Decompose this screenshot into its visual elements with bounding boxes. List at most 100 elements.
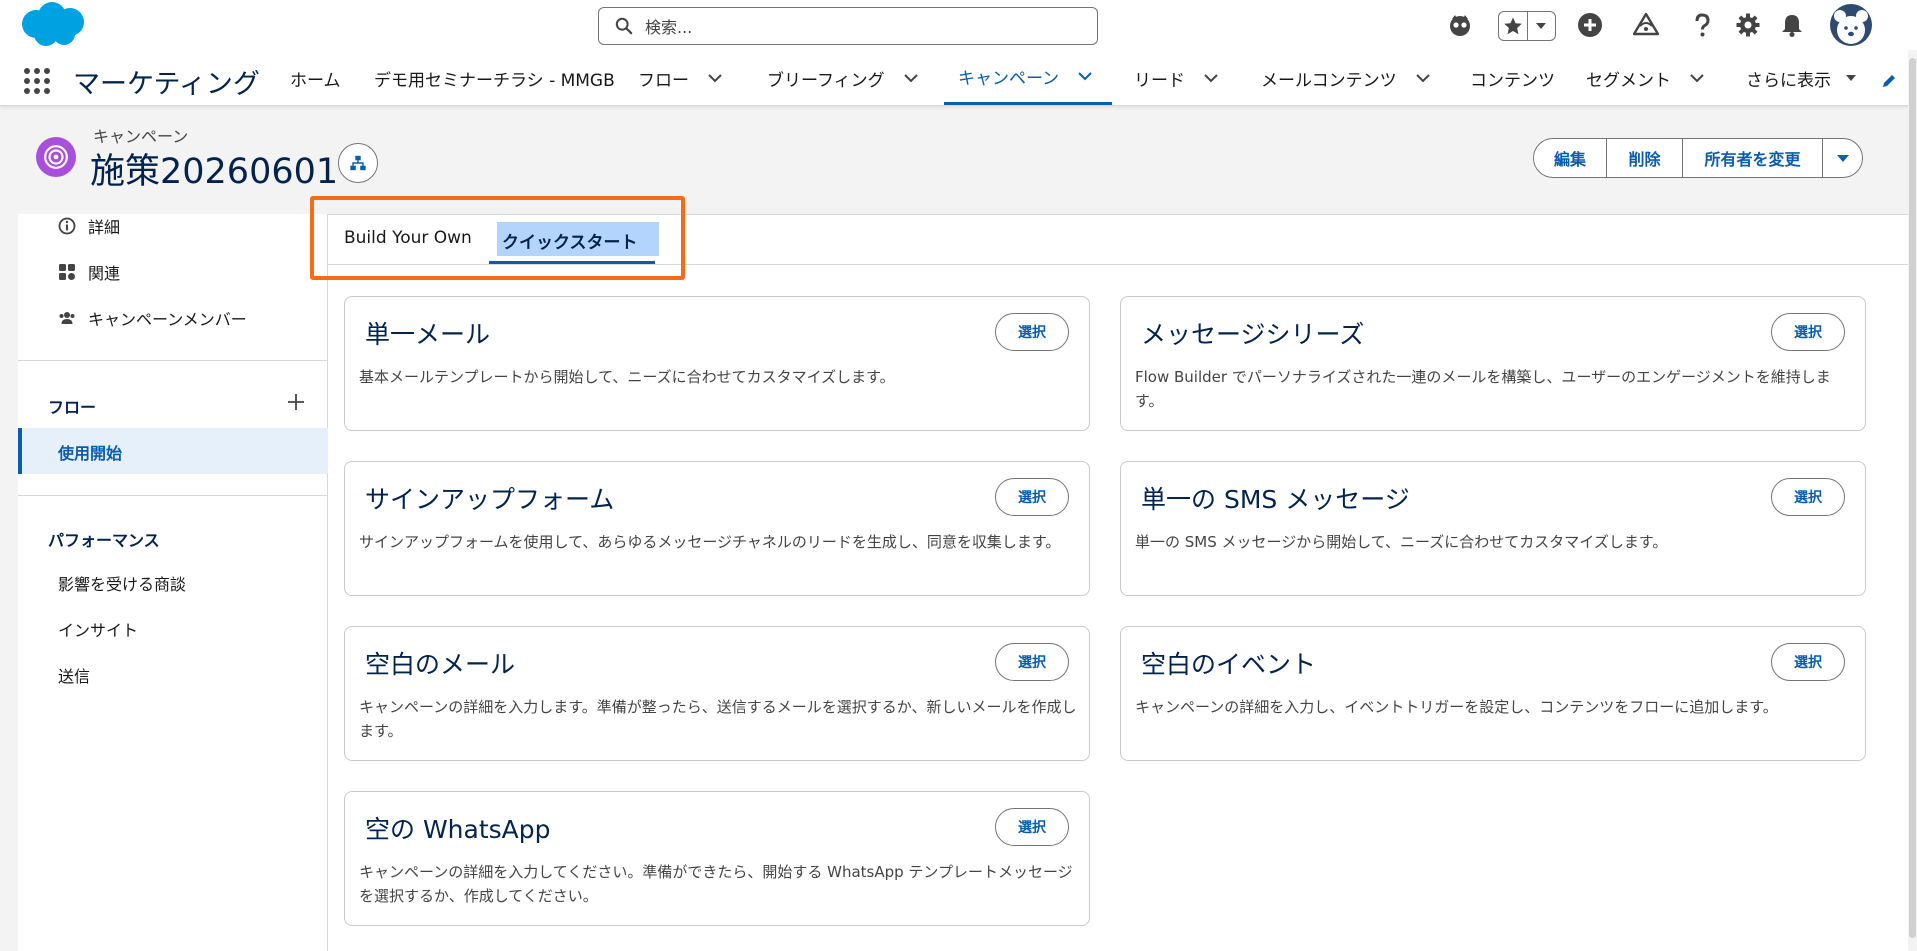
chevron-down-icon[interactable] <box>903 70 919 86</box>
select-button[interactable]: 選択 <box>1771 643 1845 681</box>
nav-item-label: キャンペーン <box>958 68 1060 89</box>
change-owner-button[interactable]: 所有者を変更 <box>1682 139 1822 177</box>
app-launcher-icon[interactable] <box>24 68 50 94</box>
nav-item-label: リード <box>1134 70 1185 91</box>
card-title: 空の WhatsApp <box>365 815 551 844</box>
record-title: 施策20260601 <box>90 152 339 192</box>
sidebar-performance-heading: パフォーマンス <box>48 531 160 550</box>
card-title: 単一の SMS メッセージ <box>1141 485 1410 514</box>
nav-item-campaign[interactable]: キャンペーン <box>944 50 1112 105</box>
favorites-dropdown-icon[interactable] <box>1526 12 1555 40</box>
chevron-down-icon[interactable] <box>1415 70 1431 86</box>
sidebar-item-insights[interactable]: インサイト <box>58 617 138 641</box>
template-card-blank-event: 空白のイベント キャンペーンの詳細を入力し、イベントトリガーを設定し、コンテンツ… <box>1120 626 1866 761</box>
nav-item-label: セグメント <box>1586 70 1671 91</box>
salesforce-logo-icon[interactable] <box>16 0 90 50</box>
sidebar-item-related[interactable]: 関連 <box>58 260 120 284</box>
favorites-control[interactable] <box>1498 11 1556 41</box>
card-description: Flow Builder でパーソナライズされた一連のメールを構築し、ユーザーの… <box>1135 368 1831 410</box>
members-group-icon <box>59 312 75 324</box>
campaign-record-icon <box>36 137 76 177</box>
global-search-input[interactable]: 検索... <box>598 7 1098 45</box>
card-title: メッセージシリーズ <box>1141 320 1365 349</box>
nav-item-content[interactable]: コンテンツ <box>1470 50 1555 106</box>
trailhead-guidance-icon[interactable] <box>1630 9 1662 41</box>
sidebar-item-label: 詳細 <box>88 218 121 237</box>
nav-item-label: メールコンテンツ <box>1261 70 1397 91</box>
record-sidebar: 詳細 関連 キャンペーンメンバー フロー 使用開始 パフォーマンス 影響を受ける… <box>18 214 328 951</box>
annotation-highlight-box <box>310 196 685 280</box>
chevron-down-icon[interactable] <box>707 70 723 86</box>
scrollbar-thumb[interactable] <box>1909 58 1916 938</box>
card-title: 空白のイベント <box>1141 650 1317 679</box>
card-title: サインアップフォーム <box>365 485 615 514</box>
sidebar-flow-heading: フロー <box>48 398 97 417</box>
nav-item-home[interactable]: ホーム <box>290 50 341 106</box>
template-card-single-email: 単一メール 基本メールテンプレートから開始して、ニーズに合わせてカスタマイズしま… <box>344 296 1090 431</box>
chevron-down-icon[interactable] <box>1689 70 1705 86</box>
nav-item-flow[interactable]: フロー <box>638 50 723 106</box>
info-icon <box>58 217 76 235</box>
caret-down-icon[interactable] <box>1843 70 1859 86</box>
record-action-buttons: 編集 削除 所有者を変更 <box>1533 138 1863 178</box>
select-button[interactable]: 選択 <box>1771 313 1845 351</box>
app-navigation-bar: マーケティング ホーム デモ用セミナーチラシ - MMGB フロー ブリーフィン… <box>0 50 1917 106</box>
nav-item-email-content[interactable]: メールコンテンツ <box>1261 50 1431 106</box>
einstein-icon[interactable] <box>1444 9 1476 41</box>
card-title: 空白のメール <box>365 650 516 679</box>
card-title: 単一メール <box>365 320 491 349</box>
sidebar-item-sends[interactable]: 送信 <box>58 663 90 687</box>
sidebar-item-influenced-opportunities[interactable]: 影響を受ける商談 <box>58 571 186 595</box>
app-name: マーケティング <box>73 69 260 100</box>
nav-item-seminar-flyer[interactable]: デモ用セミナーチラシ - MMGB <box>374 50 615 106</box>
template-card-signup-form: サインアップフォーム サインアップフォームを使用して、あらゆるメッセージチャネル… <box>344 461 1090 596</box>
caret-down-icon <box>1836 155 1849 162</box>
chevron-down-icon[interactable] <box>1077 68 1093 84</box>
nav-item-segments[interactable]: セグメント <box>1586 50 1705 106</box>
nav-item-label: フロー <box>638 70 689 91</box>
card-description: キャンペーンの詳細を入力し、イベントトリガーを設定し、コンテンツをフローに追加し… <box>1135 698 1778 716</box>
add-flow-icon[interactable] <box>286 392 306 412</box>
more-actions-button[interactable] <box>1822 139 1862 177</box>
chevron-down-icon[interactable] <box>1203 70 1219 86</box>
select-button[interactable]: 選択 <box>1771 478 1845 516</box>
nav-item-label: さらに表示 <box>1746 70 1831 91</box>
select-button[interactable]: 選択 <box>995 808 1069 846</box>
template-card-blank-email: 空白のメール キャンペーンの詳細を入力します。準備が整ったら、送信するメールを選… <box>344 626 1090 761</box>
sidebar-item-label: 影響を受ける商談 <box>58 575 187 594</box>
sidebar-item-label: 使用開始 <box>58 444 123 463</box>
select-button[interactable]: 選択 <box>995 643 1069 681</box>
sidebar-item-label: 送信 <box>58 667 91 686</box>
select-button[interactable]: 選択 <box>995 478 1069 516</box>
related-grid-icon <box>59 264 75 280</box>
nav-item-more[interactable]: さらに表示 <box>1746 50 1859 106</box>
help-icon[interactable] <box>1686 9 1718 41</box>
page-scrollbar[interactable] <box>1908 50 1917 951</box>
favorite-star-icon[interactable] <box>1499 12 1527 40</box>
hierarchy-button[interactable] <box>338 143 378 183</box>
edit-nav-pencil-icon[interactable] <box>1880 72 1898 90</box>
sidebar-item-get-started[interactable]: 使用開始 <box>18 428 328 474</box>
user-avatar[interactable] <box>1830 4 1872 46</box>
sidebar-item-label: キャンペーンメンバー <box>88 310 247 329</box>
setup-gear-icon[interactable] <box>1732 9 1764 41</box>
nav-item-leads[interactable]: リード <box>1134 50 1219 106</box>
sidebar-item-details[interactable]: 詳細 <box>58 214 120 238</box>
card-description: 単一の SMS メッセージから開始して、ニーズに合わせてカスタマイズします。 <box>1135 533 1668 551</box>
select-button[interactable]: 選択 <box>995 313 1069 351</box>
notifications-bell-icon[interactable] <box>1776 9 1808 41</box>
card-description: サインアップフォームを使用して、あらゆるメッセージチャネルのリードを生成し、同意… <box>359 533 1061 551</box>
edit-button[interactable]: 編集 <box>1534 139 1606 177</box>
sidebar-divider <box>18 360 328 361</box>
template-card-single-sms: 単一の SMS メッセージ 単一の SMS メッセージから開始して、ニーズに合わ… <box>1120 461 1866 596</box>
template-card-message-series: メッセージシリーズ Flow Builder でパーソナライズされた一連のメール… <box>1120 296 1866 431</box>
sidebar-item-label: 関連 <box>88 264 121 283</box>
nav-item-label: デモ用セミナーチラシ - MMGB <box>374 70 615 91</box>
sidebar-item-campaign-members[interactable]: キャンペーンメンバー <box>58 306 247 330</box>
global-create-icon[interactable] <box>1574 9 1606 41</box>
nav-item-briefing[interactable]: ブリーフィング <box>767 50 919 106</box>
delete-button[interactable]: 削除 <box>1606 139 1682 177</box>
card-description: 基本メールテンプレートから開始して、ニーズに合わせてカスタマイズします。 <box>359 368 895 386</box>
card-description: キャンペーンの詳細を入力します。準備が整ったら、送信するメールを選択するか、新し… <box>359 698 1077 740</box>
nav-item-label: コンテンツ <box>1470 70 1555 91</box>
